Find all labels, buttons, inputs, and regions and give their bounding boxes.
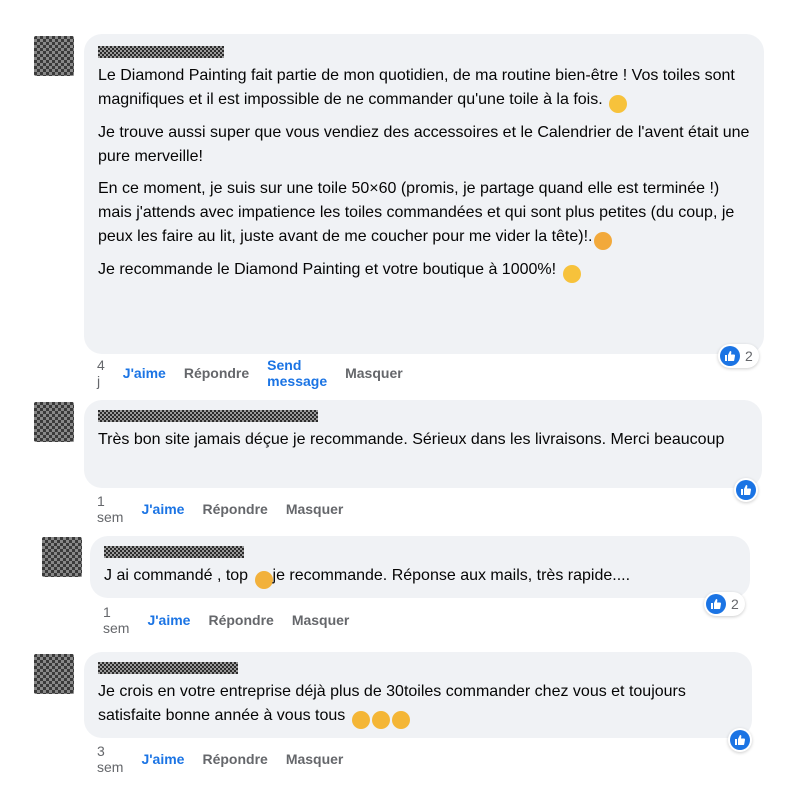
comment-actions: 3 sem J'aime Répondre Masquer xyxy=(97,743,343,775)
send-message-button[interactable]: Send message xyxy=(267,357,327,389)
kissing-heart-icon: 😘 xyxy=(391,711,410,729)
comment-paragraph: Je trouve aussi super que vous vendiez d… xyxy=(98,124,750,165)
hide-button[interactable]: Masquer xyxy=(345,365,403,381)
comment-paragraph: Je crois en votre entreprise déjà plus d… xyxy=(98,680,740,729)
like-button[interactable]: J'aime xyxy=(141,751,184,767)
grinning-face-icon: 😄 xyxy=(609,95,628,113)
like-button[interactable]: J'aime xyxy=(123,365,166,381)
comment-actions: 4 j J'aime Répondre Send message Masquer xyxy=(97,357,403,389)
comment-bubble: Le Diamond Painting fait partie de mon q… xyxy=(84,34,764,354)
comment-text: Je recommande le Diamond Painting et vot… xyxy=(98,261,557,278)
comment-text: J ai commandé , top 😍je recommande. Répo… xyxy=(104,564,738,589)
reply-button[interactable]: Répondre xyxy=(208,612,273,628)
timestamp[interactable]: 4 j xyxy=(97,357,105,389)
reply-button[interactable]: Répondre xyxy=(184,365,249,381)
like-button[interactable]: J'aime xyxy=(147,612,190,628)
avatar[interactable] xyxy=(42,537,82,577)
reaction-summary[interactable]: 2 xyxy=(704,592,745,616)
beaming-face-icon: 😁 xyxy=(562,265,581,283)
timestamp[interactable]: 3 sem xyxy=(97,743,123,775)
comment-text-part: je recommande. Réponse aux mails, très r… xyxy=(272,567,631,584)
comment-actions: 1 sem J'aime Répondre Masquer xyxy=(97,493,343,525)
comment-paragraph: Le Diamond Painting fait partie de mon q… xyxy=(98,64,752,113)
thumbs-up-icon xyxy=(706,594,726,614)
thumbs-up-icon xyxy=(736,480,756,500)
comment-actions: 1 sem J'aime Répondre Masquer xyxy=(103,604,349,636)
comment-bubble: J ai commandé , top 😍je recommande. Répo… xyxy=(90,536,750,598)
star-struck-icon: 🤩 xyxy=(594,232,613,250)
comment-bubble: Je crois en votre entreprise déjà plus d… xyxy=(84,652,752,738)
reaction-summary[interactable] xyxy=(734,478,758,502)
hide-button[interactable]: Masquer xyxy=(286,501,344,517)
heart-eyes-icon: 😍 xyxy=(254,571,273,589)
reaction-count: 2 xyxy=(731,596,739,612)
timestamp[interactable]: 1 sem xyxy=(103,604,129,636)
reply-button[interactable]: Répondre xyxy=(202,501,267,517)
avatar[interactable] xyxy=(34,654,74,694)
reaction-summary[interactable] xyxy=(728,728,752,752)
reaction-count: 2 xyxy=(745,348,753,364)
kissing-heart-icon: 😘 xyxy=(371,711,390,729)
comment-text: Le Diamond Painting fait partie de mon q… xyxy=(98,67,735,108)
hide-button[interactable]: Masquer xyxy=(286,751,344,767)
comment-text-part: J ai commandé , top xyxy=(104,567,249,584)
author-name-redacted[interactable] xyxy=(98,46,224,58)
like-button[interactable]: J'aime xyxy=(141,501,184,517)
reaction-summary[interactable]: 2 xyxy=(718,344,759,368)
comment-text: En ce moment, je suis sur une toile 50×6… xyxy=(98,180,735,245)
author-name-redacted[interactable] xyxy=(98,662,238,674)
author-name-redacted[interactable] xyxy=(104,546,244,558)
avatar[interactable] xyxy=(34,36,74,76)
comment-paragraph: Je recommande le Diamond Painting et vot… xyxy=(98,258,752,283)
comment-bubble: Très bon site jamais déçue je recommande… xyxy=(84,400,762,488)
hide-button[interactable]: Masquer xyxy=(292,612,350,628)
author-name-redacted[interactable] xyxy=(98,410,318,422)
avatar[interactable] xyxy=(34,402,74,442)
kissing-heart-icon: 😘 xyxy=(351,711,370,729)
reply-button[interactable]: Répondre xyxy=(202,751,267,767)
comment-paragraph: En ce moment, je suis sur une toile 50×6… xyxy=(98,177,752,250)
thumbs-up-icon xyxy=(730,730,750,750)
thumbs-up-icon xyxy=(720,346,740,366)
timestamp[interactable]: 1 sem xyxy=(97,493,123,525)
comment-text: Très bon site jamais déçue je recommande… xyxy=(98,431,725,448)
